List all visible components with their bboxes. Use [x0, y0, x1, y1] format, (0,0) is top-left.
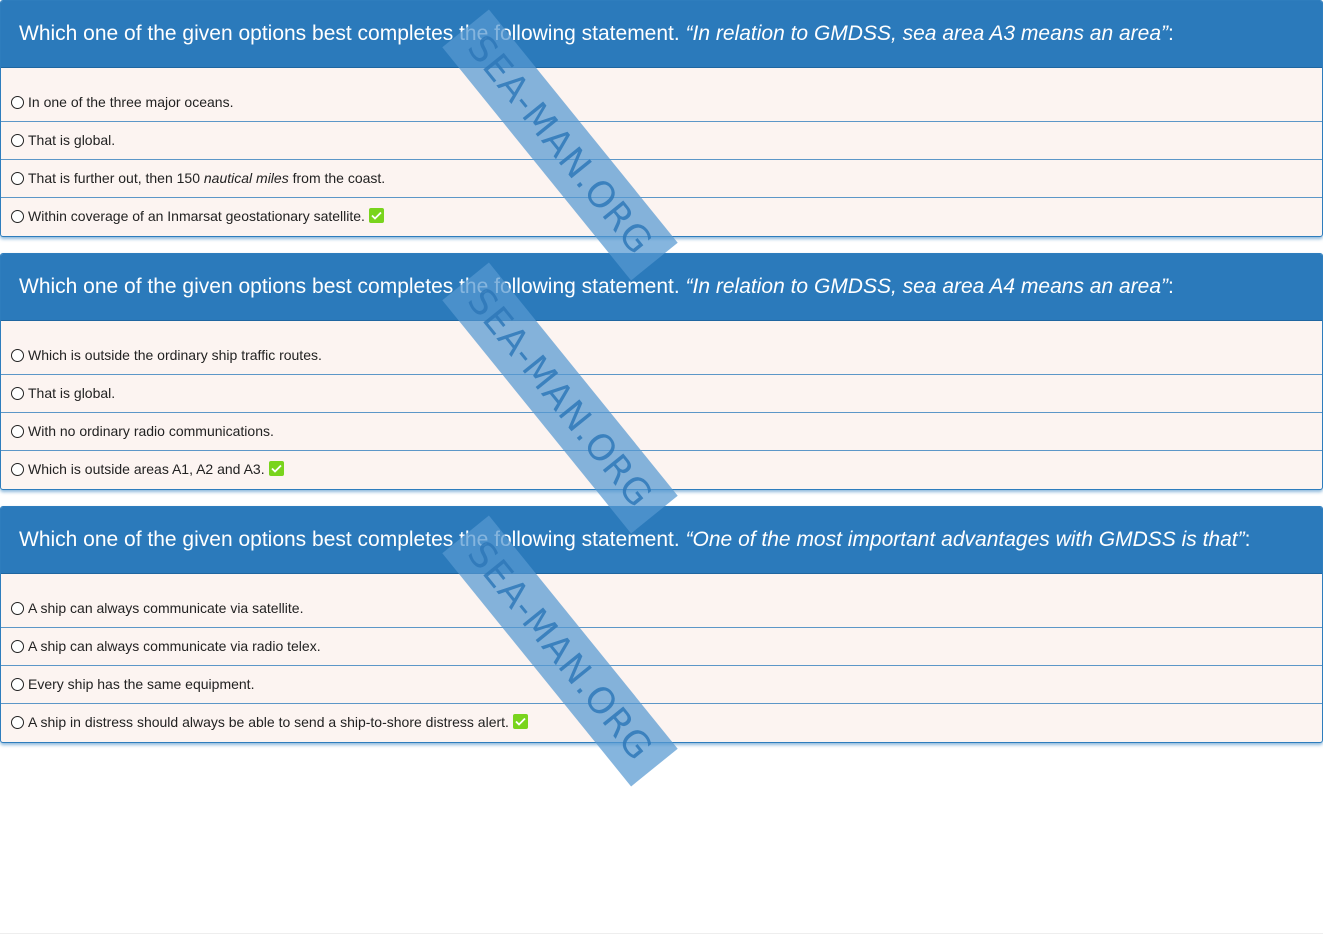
- checkmark-icon: [268, 461, 284, 476]
- question-quote: “One of the most important advantages wi…: [685, 528, 1245, 551]
- options-list: In one of the three major oceans. That i…: [1, 68, 1322, 236]
- option-2[interactable]: A ship can always communicate via radio …: [1, 627, 1322, 665]
- option-2[interactable]: That is global.: [1, 121, 1322, 159]
- question-title: Which one of the given options best comp…: [1, 507, 1322, 574]
- option-2[interactable]: That is global.: [1, 374, 1322, 412]
- radio-circle-icon[interactable]: [11, 96, 24, 109]
- option-label: Within coverage of an Inmarsat geostatio…: [28, 208, 365, 224]
- question-suffix: :: [1244, 528, 1251, 551]
- question-card-3: Which one of the given options best comp…: [0, 506, 1323, 743]
- option-label-emphasis: nautical miles: [203, 170, 289, 186]
- radio-circle-icon[interactable]: [11, 463, 24, 476]
- radio-circle-icon[interactable]: [11, 349, 24, 362]
- option-4[interactable]: Within coverage of an Inmarsat geostatio…: [1, 197, 1322, 236]
- question-quote: “In relation to GMDSS, sea area A4 means…: [685, 275, 1169, 298]
- option-label-end: from the coast.: [288, 170, 386, 186]
- option-label: Which is outside areas A1, A2 and A3.: [28, 461, 265, 477]
- option-label: A ship can always communicate via satell…: [28, 600, 304, 616]
- quiz-page: Which one of the given options best comp…: [0, 0, 1323, 936]
- option-label: Which is outside the ordinary ship traff…: [28, 347, 322, 363]
- options-list: A ship can always communicate via satell…: [1, 574, 1322, 742]
- option-3[interactable]: Every ship has the same equipment.: [1, 665, 1322, 703]
- radio-circle-icon[interactable]: [11, 134, 24, 147]
- radio-circle-icon[interactable]: [11, 210, 24, 223]
- question-card-2: Which one of the given options best comp…: [0, 253, 1323, 490]
- option-label: In one of the three major oceans.: [28, 94, 234, 110]
- question-card-1: Which one of the given options best comp…: [0, 0, 1323, 237]
- checkmark-icon: [512, 714, 528, 729]
- radio-circle-icon[interactable]: [11, 172, 24, 185]
- options-list: Which is outside the ordinary ship traff…: [1, 321, 1322, 489]
- radio-circle-icon[interactable]: [11, 425, 24, 438]
- radio-circle-icon[interactable]: [11, 387, 24, 400]
- option-4[interactable]: Which is outside areas A1, A2 and A3.: [1, 450, 1322, 489]
- option-3[interactable]: That is further out, then 150 nautical m…: [1, 159, 1322, 197]
- question-suffix: :: [1168, 22, 1174, 45]
- question-prefix: Which one of the given options best comp…: [19, 275, 686, 298]
- option-label: A ship in distress should always be able…: [28, 714, 509, 730]
- question-title: Which one of the given options best comp…: [1, 254, 1322, 321]
- question-suffix: :: [1168, 275, 1174, 298]
- option-label: That is global.: [28, 132, 116, 148]
- question-prefix: Which one of the given options best comp…: [19, 22, 686, 45]
- radio-circle-icon[interactable]: [11, 678, 24, 691]
- question-quote: “In relation to GMDSS, sea area A3 means…: [685, 22, 1169, 45]
- option-label: A ship can always communicate via radio …: [28, 638, 321, 654]
- option-3[interactable]: With no ordinary radio communications.: [1, 412, 1322, 450]
- page-divider: [0, 933, 1323, 934]
- option-label: Every ship has the same equipment.: [28, 676, 255, 692]
- radio-circle-icon[interactable]: [11, 602, 24, 615]
- option-label: With no ordinary radio communications.: [28, 423, 274, 439]
- option-label: That is further out, then 150: [28, 170, 204, 186]
- option-1[interactable]: In one of the three major oceans.: [1, 74, 1322, 121]
- option-1[interactable]: Which is outside the ordinary ship traff…: [1, 327, 1322, 374]
- option-label: That is global.: [28, 385, 116, 401]
- checkmark-icon: [368, 208, 384, 223]
- option-1[interactable]: A ship can always communicate via satell…: [1, 580, 1322, 627]
- radio-circle-icon[interactable]: [11, 716, 24, 729]
- question-prefix: Which one of the given options best comp…: [19, 528, 686, 551]
- option-4[interactable]: A ship in distress should always be able…: [1, 703, 1322, 742]
- radio-circle-icon[interactable]: [11, 640, 24, 653]
- question-title: Which one of the given options best comp…: [1, 1, 1322, 68]
